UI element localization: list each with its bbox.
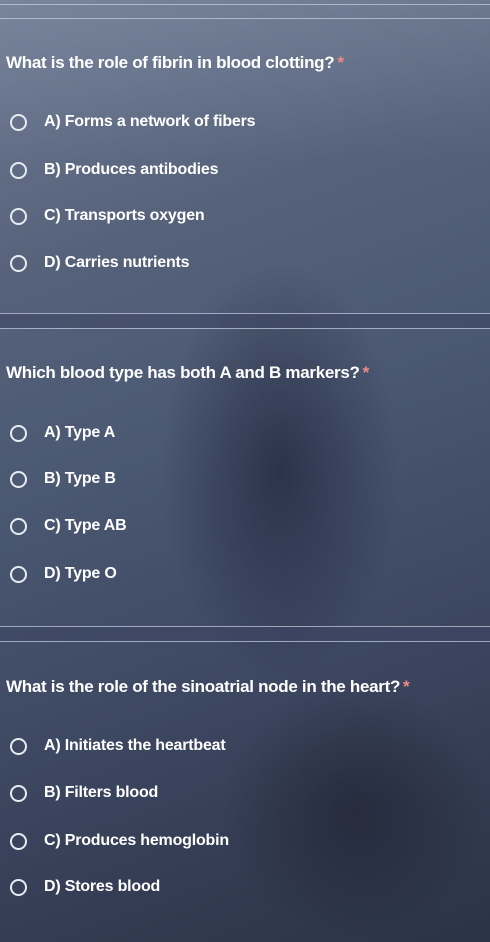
- option-q3-c[interactable]: C) Produces hemoglobin: [8, 826, 229, 856]
- section-divider: [0, 328, 490, 329]
- radio-button[interactable]: [10, 207, 27, 225]
- top-divider: [0, 18, 490, 19]
- option-label: A) Initiates the heartbeat: [44, 737, 226, 754]
- radio-button[interactable]: [10, 424, 27, 442]
- option-q3-b[interactable]: B) Filters blood: [8, 778, 158, 808]
- option-q3-d[interactable]: D) Stores blood: [8, 872, 160, 902]
- background-shadow: [220, 680, 490, 942]
- option-q1-c[interactable]: C) Transports oxygen: [8, 201, 205, 231]
- question-text: Which blood type has both A and B marker…: [6, 363, 360, 382]
- section-separator: [0, 313, 490, 328]
- radio-button[interactable]: [10, 517, 27, 535]
- option-label: B) Type B: [44, 470, 116, 487]
- option-label: A) Type A: [44, 424, 116, 441]
- radio-button[interactable]: [10, 878, 27, 896]
- top-divider: [0, 4, 490, 5]
- option-label: D) Type O: [44, 565, 117, 582]
- required-asterisk: *: [362, 363, 370, 382]
- required-asterisk: *: [403, 677, 410, 696]
- option-q1-b[interactable]: B) Produces antibodies: [8, 155, 218, 185]
- question-title: What is the role of fibrin in blood clot…: [6, 53, 344, 73]
- section-separator: [0, 626, 490, 641]
- option-label: D) Stores blood: [44, 878, 161, 895]
- option-label: C) Transports oxygen: [44, 207, 205, 224]
- section-divider: [0, 313, 490, 314]
- question-title: Which blood type has both A and B marker…: [6, 363, 369, 383]
- question-text: What is the role of fibrin in blood clot…: [6, 53, 335, 72]
- option-label: B) Produces antibodies: [44, 161, 219, 178]
- option-label: D) Carries nutrients: [44, 254, 190, 271]
- radio-button[interactable]: [10, 470, 27, 488]
- section-divider: [0, 626, 490, 627]
- radio-button[interactable]: [10, 565, 27, 583]
- option-label: C) Type AB: [44, 517, 127, 534]
- question-text: What is the role of the sinoatrial node …: [6, 677, 401, 696]
- section-divider: [0, 641, 490, 642]
- option-q2-d[interactable]: D) Type O: [8, 559, 117, 589]
- radio-button[interactable]: [10, 161, 27, 179]
- option-label: A) Forms a network of fibers: [44, 113, 256, 130]
- option-label: C) Produces hemoglobin: [44, 832, 229, 849]
- radio-button[interactable]: [10, 737, 27, 755]
- option-label: B) Filters blood: [44, 784, 159, 801]
- radio-button[interactable]: [10, 832, 27, 850]
- radio-button[interactable]: [10, 113, 27, 131]
- option-q1-a[interactable]: A) Forms a network of fibers: [8, 107, 256, 137]
- radio-button[interactable]: [10, 254, 27, 272]
- question-title: What is the role of the sinoatrial node …: [6, 677, 410, 697]
- option-q2-a[interactable]: A) Type A: [8, 418, 115, 448]
- required-asterisk: *: [337, 53, 344, 72]
- radio-button[interactable]: [10, 784, 27, 802]
- option-q2-b[interactable]: B) Type B: [8, 464, 116, 494]
- option-q1-d[interactable]: D) Carries nutrients: [8, 248, 190, 278]
- option-q3-a[interactable]: A) Initiates the heartbeat: [8, 731, 226, 761]
- option-q2-c[interactable]: C) Type AB: [8, 511, 127, 541]
